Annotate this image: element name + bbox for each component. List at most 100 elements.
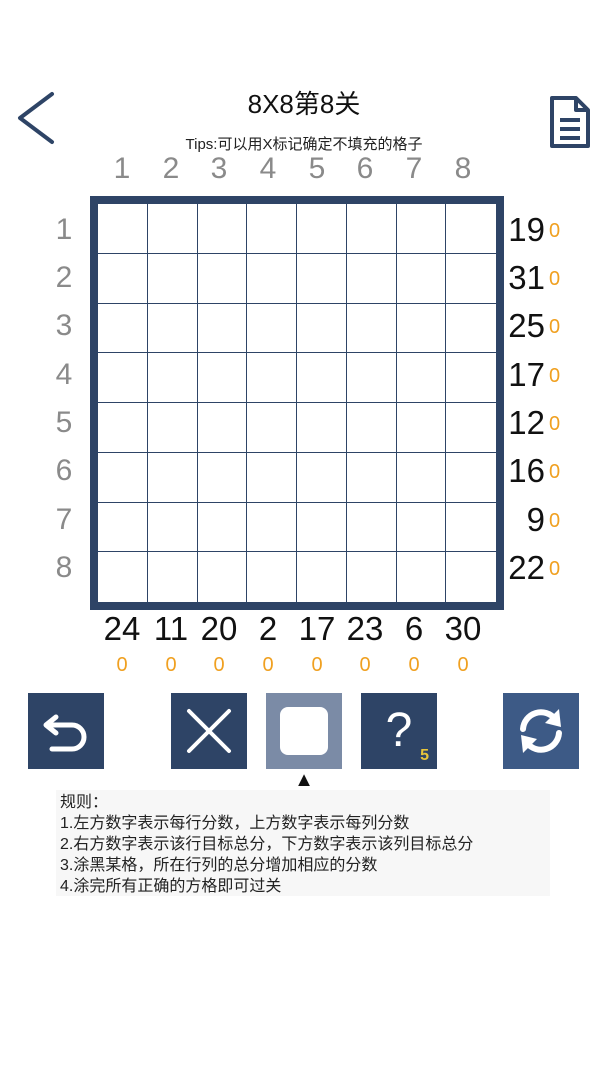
grid-cell[interactable] — [297, 502, 347, 553]
row-header: 3 — [55, 309, 73, 342]
grid-cell[interactable] — [247, 502, 297, 553]
grid-cell[interactable] — [147, 502, 198, 553]
grid-cell[interactable] — [396, 303, 447, 354]
grid-cell[interactable] — [346, 502, 397, 553]
mark-x-button[interactable] — [171, 693, 247, 769]
column-target: 2 — [258, 610, 278, 647]
row-score: 0 — [549, 220, 561, 242]
grid-cell[interactable] — [197, 353, 248, 403]
column-score: 0 — [359, 654, 371, 676]
grid-cell[interactable] — [396, 502, 447, 553]
grid-cell[interactable] — [446, 204, 496, 254]
rule-line: 2.右方数字表示该行目标总分，下方数字表示该列目标总分 — [60, 836, 474, 853]
row-target: 9 — [526, 501, 545, 538]
row-score: 0 — [549, 510, 561, 532]
grid-cell[interactable] — [98, 253, 148, 304]
grid-cell[interactable] — [346, 303, 397, 354]
grid-cell[interactable] — [147, 452, 198, 503]
grid-cell[interactable] — [197, 303, 248, 354]
row-score: 0 — [549, 461, 561, 483]
grid-cell[interactable] — [98, 552, 148, 602]
grid-cell[interactable] — [446, 353, 496, 403]
grid-cell[interactable] — [346, 403, 397, 453]
column-header: 3 — [210, 152, 228, 185]
rule-line: 3.涂黑某格，所在行列的总分增加相应的分数 — [60, 857, 378, 874]
grid-cell[interactable] — [98, 452, 148, 503]
grid-cell[interactable] — [346, 353, 397, 403]
row-score: 0 — [549, 558, 561, 580]
grid-cell[interactable] — [446, 552, 496, 602]
grid-cell[interactable] — [297, 303, 347, 354]
row-header: 2 — [55, 261, 73, 294]
grid-cell[interactable] — [396, 403, 447, 453]
column-header: 2 — [162, 152, 180, 185]
undo-icon — [43, 714, 87, 752]
row-target: 16 — [508, 452, 545, 489]
grid-cell[interactable] — [297, 253, 347, 304]
grid-cell[interactable] — [396, 452, 447, 503]
rule-line: 1.左方数字表示每行分数，上方数字表示每列分数 — [60, 815, 410, 832]
grid-cell[interactable] — [197, 552, 248, 602]
restart-button[interactable] — [503, 693, 579, 769]
grid-cell[interactable] — [147, 303, 198, 354]
column-header: 7 — [405, 152, 423, 185]
grid-cell[interactable] — [446, 502, 496, 553]
grid-cell[interactable] — [197, 502, 248, 553]
grid-cell[interactable] — [396, 552, 447, 602]
grid-cell[interactable] — [297, 353, 347, 403]
row-target: 17 — [508, 356, 545, 393]
grid-cell[interactable] — [197, 403, 248, 453]
column-score: 0 — [408, 654, 420, 676]
grid-cell[interactable] — [297, 552, 347, 602]
column-header: 8 — [454, 152, 472, 185]
row-target: 22 — [508, 549, 545, 586]
grid-cell[interactable] — [247, 552, 297, 602]
grid-cell[interactable] — [446, 303, 496, 354]
column-score: 0 — [311, 654, 323, 676]
grid-cell[interactable] — [446, 452, 496, 503]
rules-panel: 规则： 1.左方数字表示每行分数，上方数字表示每列分数 2.右方数字表示该行目标… — [56, 790, 550, 896]
grid-cell[interactable] — [446, 253, 496, 304]
grid-cell[interactable] — [147, 353, 198, 403]
fill-button[interactable] — [266, 693, 342, 769]
grid-cell[interactable] — [247, 303, 297, 354]
grid-cell[interactable] — [247, 204, 297, 254]
column-target: 11 — [153, 610, 189, 647]
grid-cell[interactable] — [396, 353, 447, 403]
hint-button[interactable]: ? 5 — [361, 693, 437, 769]
row-header: 1 — [55, 213, 73, 246]
grid-cell[interactable] — [197, 204, 248, 254]
grid-cell[interactable] — [346, 253, 397, 304]
grid-cell[interactable] — [396, 253, 447, 304]
row-score: 0 — [549, 316, 561, 338]
undo-button[interactable] — [28, 693, 104, 769]
grid-cell[interactable] — [98, 353, 148, 403]
grid-cell[interactable] — [247, 253, 297, 304]
grid-cell[interactable] — [346, 552, 397, 602]
grid-cell[interactable] — [297, 204, 347, 254]
grid-cell[interactable] — [147, 552, 198, 602]
column-target: 6 — [404, 610, 424, 647]
grid-cell[interactable] — [247, 353, 297, 403]
grid-cell[interactable] — [147, 204, 198, 254]
grid-cell[interactable] — [98, 303, 148, 354]
grid-cell[interactable] — [197, 253, 248, 304]
column-target: 23 — [346, 610, 384, 647]
grid-cell[interactable] — [297, 403, 347, 453]
grid-cell[interactable] — [147, 253, 198, 304]
grid-cell[interactable] — [147, 403, 198, 453]
row-header: 5 — [55, 406, 73, 439]
grid-cell[interactable] — [98, 204, 148, 254]
grid-cell[interactable] — [396, 204, 447, 254]
level-title: 8X8第8关 — [247, 89, 361, 119]
grid-cell[interactable] — [346, 204, 397, 254]
grid-cell[interactable] — [297, 452, 347, 503]
grid-cell[interactable] — [98, 403, 148, 453]
grid-cell[interactable] — [98, 502, 148, 553]
grid-cell[interactable] — [247, 403, 297, 453]
grid-cell[interactable] — [247, 452, 297, 503]
grid-cell[interactable] — [446, 403, 496, 453]
grid-cell[interactable] — [197, 452, 248, 503]
grid-cell[interactable] — [346, 452, 397, 503]
row-score: 0 — [549, 365, 561, 387]
